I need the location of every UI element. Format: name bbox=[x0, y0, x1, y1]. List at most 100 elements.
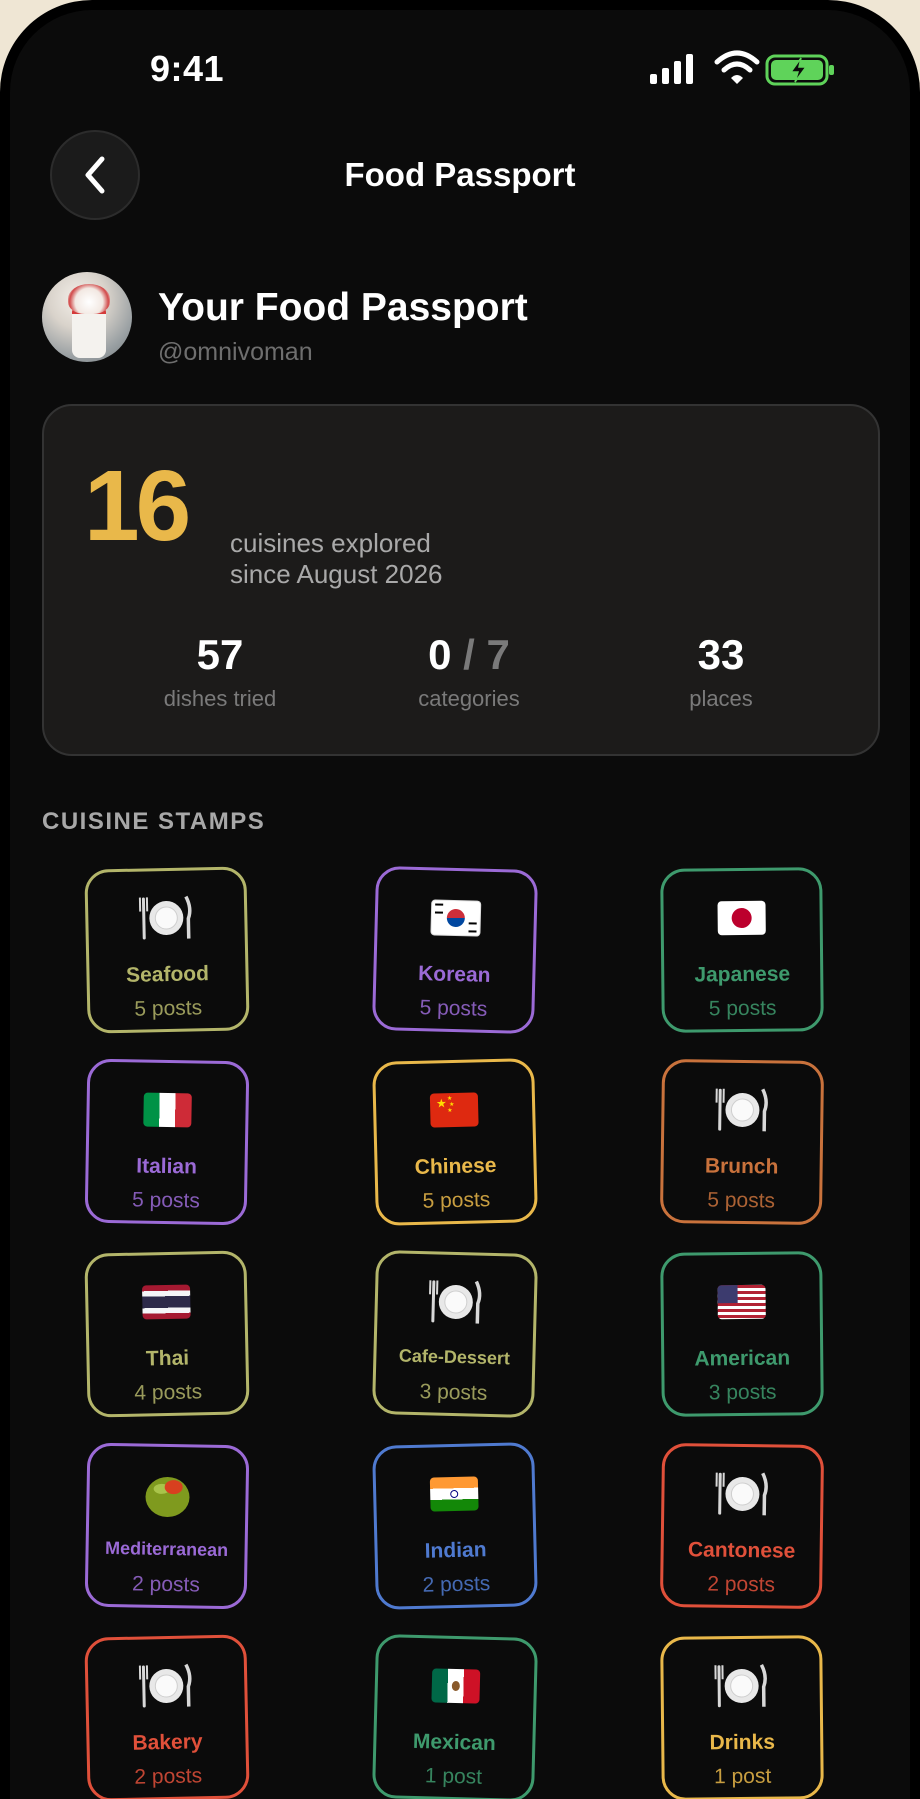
stamp-count: 5 posts bbox=[422, 1188, 491, 1213]
stamp-icon-wrap bbox=[89, 1468, 246, 1521]
stamp-icon-wrap bbox=[663, 1660, 820, 1712]
stamp-count: 5 posts bbox=[419, 996, 488, 1021]
stamp-brunch[interactable]: Brunch 5 posts bbox=[659, 1058, 825, 1226]
stamp-icon-wrap bbox=[89, 1084, 246, 1137]
stamp-thai[interactable]: Thai 4 posts bbox=[84, 1250, 250, 1418]
page-title: Food Passport bbox=[344, 156, 576, 193]
categories-value: 0 bbox=[428, 631, 452, 678]
stamp-name: Seafood bbox=[125, 962, 210, 987]
navigation-bar: Food Passport bbox=[10, 120, 910, 230]
olive-icon bbox=[145, 1477, 190, 1518]
stamp-icon-wrap bbox=[663, 1276, 820, 1328]
stamp-bakery[interactable]: Bakery 2 posts bbox=[84, 1634, 250, 1799]
places-label: places bbox=[689, 686, 753, 711]
stamp-icon-wrap bbox=[88, 1659, 245, 1712]
plate-icon bbox=[138, 1663, 192, 1708]
stamp-icon-wrap bbox=[377, 891, 534, 945]
stamp-japanese[interactable]: Japanese 5 posts bbox=[660, 867, 824, 1033]
flag-thailand-icon bbox=[141, 1284, 191, 1320]
stamp-name: Cafe-Dessert bbox=[398, 1345, 511, 1369]
plate-icon bbox=[138, 895, 192, 940]
stamp-count: 5 posts bbox=[131, 1188, 201, 1213]
stat-categories: 0 / 7 categories bbox=[369, 632, 569, 712]
stamp-name: Japanese bbox=[694, 962, 791, 987]
categories-value-row: 0 / 7 bbox=[369, 632, 569, 678]
wifi-icon bbox=[714, 50, 760, 84]
flag-india-icon bbox=[429, 1476, 479, 1512]
stamp-indian[interactable]: Indian 2 posts bbox=[372, 1442, 538, 1610]
stamp-icon-wrap: ★ ★ ★ ★ bbox=[376, 1083, 533, 1137]
status-time: 9:41 bbox=[150, 48, 225, 89]
stamp-count: 5 posts bbox=[134, 996, 203, 1021]
stats-card: 16 cuisines explored since August 2026 5… bbox=[42, 404, 880, 756]
stat-places: 33 places bbox=[621, 632, 821, 712]
flag-usa-icon bbox=[717, 1284, 766, 1320]
plate-icon bbox=[715, 1472, 768, 1516]
stamp-icon-wrap bbox=[88, 891, 245, 944]
stamp-chinese[interactable]: ★ ★ ★ ★ Chinese 5 posts bbox=[372, 1058, 538, 1226]
cuisines-caption-line1: cuisines explored bbox=[230, 528, 431, 558]
flag-italy-icon bbox=[143, 1092, 192, 1128]
stamp-drinks[interactable]: Drinks 1 post bbox=[660, 1635, 824, 1799]
dishes-label: dishes tried bbox=[163, 686, 277, 711]
flag-japan-icon bbox=[717, 900, 766, 936]
flag-korea-icon bbox=[430, 899, 482, 937]
stamp-mediterranean[interactable]: Mediterranean 2 posts bbox=[84, 1442, 250, 1610]
flag-china-icon: ★ ★ ★ ★ bbox=[429, 1092, 479, 1128]
stamp-count: 1 post bbox=[713, 1764, 772, 1789]
stamp-count: 5 posts bbox=[708, 996, 777, 1021]
stamp-name: American bbox=[694, 1346, 791, 1371]
stamp-name: Chinese bbox=[414, 1153, 497, 1179]
battery-charging-icon bbox=[765, 54, 834, 86]
stamp-count: 3 posts bbox=[419, 1380, 488, 1405]
stamp-icon-wrap bbox=[664, 1468, 821, 1520]
section-title: CUISINE STAMPS bbox=[42, 808, 266, 835]
status-bar: 9:41 bbox=[10, 10, 910, 120]
stamp-icon-wrap bbox=[377, 1275, 534, 1329]
stamp-seafood[interactable]: Seafood 5 posts bbox=[84, 866, 250, 1034]
stamp-mexican[interactable]: Mexican 1 post bbox=[371, 1633, 539, 1799]
stamp-name: Thai bbox=[145, 1346, 190, 1371]
cuisines-count: 16 bbox=[84, 450, 191, 562]
places-value: 33 bbox=[697, 631, 745, 678]
stamp-count: 2 posts bbox=[422, 1572, 491, 1597]
stamp-count: 1 post bbox=[424, 1764, 483, 1789]
avatar[interactable] bbox=[42, 272, 132, 362]
plate-icon bbox=[429, 1280, 482, 1324]
stamp-count: 4 posts bbox=[134, 1380, 203, 1405]
signal-icon bbox=[650, 54, 693, 84]
stamp-icon-wrap bbox=[664, 1084, 821, 1136]
stamp-cafe-dessert[interactable]: Cafe-Dessert 3 posts bbox=[371, 1249, 539, 1419]
stamp-name: Korean bbox=[417, 962, 491, 987]
stamp-name: Drinks bbox=[709, 1730, 776, 1755]
flag-mexico-icon bbox=[431, 1668, 481, 1704]
stamp-name: Cantonese bbox=[687, 1538, 796, 1563]
stat-dishes: 57 dishes tried bbox=[120, 632, 320, 712]
profile-handle: @omnivoman bbox=[158, 338, 313, 366]
stamp-american[interactable]: American 3 posts bbox=[660, 1251, 824, 1417]
avatar-cup bbox=[72, 308, 106, 358]
stamp-name: Brunch bbox=[704, 1154, 779, 1179]
stamp-icon-wrap bbox=[376, 1467, 533, 1521]
stamp-name: Mediterranean bbox=[104, 1537, 229, 1561]
stamp-icon-wrap bbox=[377, 1659, 534, 1713]
stamp-count: 2 posts bbox=[707, 1572, 776, 1597]
phone-frame: 9:41 Food Passport Your Food Passport @o… bbox=[0, 0, 920, 1799]
stamp-korean[interactable]: Korean 5 posts bbox=[371, 865, 539, 1035]
dishes-value: 57 bbox=[196, 631, 244, 678]
stamp-name: Bakery bbox=[132, 1730, 203, 1755]
categories-separator: / bbox=[451, 631, 487, 678]
stamp-italian[interactable]: Italian 5 posts bbox=[84, 1058, 250, 1226]
stamp-name: Indian bbox=[424, 1538, 487, 1563]
stamp-count: 2 posts bbox=[131, 1572, 201, 1597]
categories-total: 7 bbox=[486, 631, 510, 678]
stamp-cantonese[interactable]: Cantonese 2 posts bbox=[659, 1442, 825, 1610]
stamp-count: 3 posts bbox=[708, 1380, 777, 1405]
stamp-icon-wrap bbox=[88, 1275, 245, 1328]
stamp-count: 5 posts bbox=[707, 1188, 776, 1213]
profile-title: Your Food Passport bbox=[158, 286, 528, 329]
plate-icon bbox=[715, 1088, 768, 1132]
stamp-icon-wrap bbox=[663, 892, 820, 944]
stamp-name: Italian bbox=[136, 1154, 198, 1179]
categories-label: categories bbox=[418, 686, 520, 711]
